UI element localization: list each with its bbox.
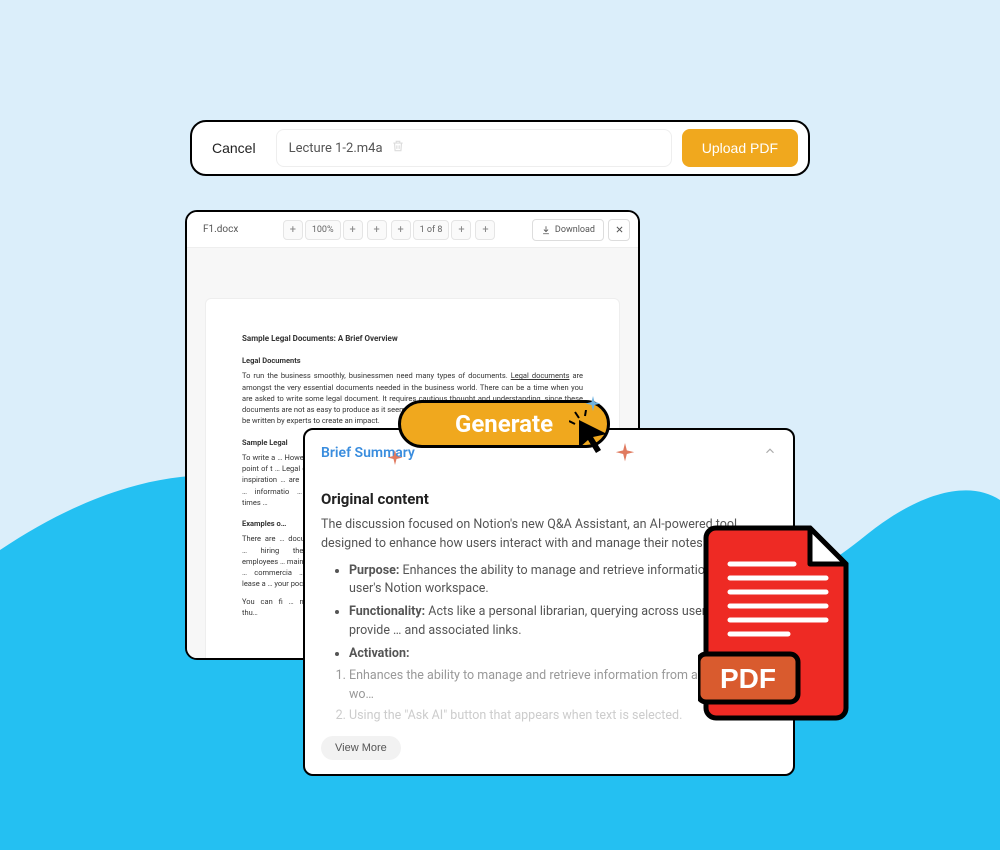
- zoom-in-plus-icon[interactable]: +: [343, 220, 363, 240]
- toolbar-add2-icon[interactable]: +: [475, 220, 495, 240]
- page-nav-group: + 1 of 8 +: [391, 220, 472, 240]
- doc-title: Sample Legal Documents: A Brief Overview: [242, 333, 583, 345]
- download-label: Download: [555, 225, 595, 235]
- generate-label: Generate: [455, 410, 553, 438]
- trash-icon[interactable]: [391, 139, 405, 157]
- doc-heading-1: Legal Documents: [242, 355, 583, 366]
- viewer-toolbar: F1.docx + 100% + + + 1 of 8 + + Download: [187, 212, 638, 248]
- next-page-icon[interactable]: +: [451, 220, 471, 240]
- zoom-out-minus-icon[interactable]: +: [283, 220, 303, 240]
- prev-page-icon[interactable]: +: [391, 220, 411, 240]
- page-info: 1 of 8: [413, 220, 450, 240]
- cursor-icon: [569, 410, 613, 454]
- toolbar-add-icon[interactable]: +: [367, 220, 387, 240]
- view-more-button[interactable]: View More: [321, 736, 401, 760]
- chevron-up-icon[interactable]: [763, 444, 777, 462]
- sparkle-icon: [614, 443, 636, 465]
- file-chip: Lecture 1-2.m4a: [276, 129, 672, 167]
- zoom-level: 100%: [305, 220, 341, 240]
- filename-label: Lecture 1-2.m4a: [289, 141, 383, 156]
- close-button[interactable]: [608, 219, 630, 241]
- viewer-filename: F1.docx: [195, 220, 246, 239]
- upload-pdf-button[interactable]: Upload PDF: [682, 129, 798, 167]
- download-button[interactable]: Download: [532, 219, 604, 241]
- zoom-out-group: + 100% +: [283, 220, 363, 240]
- upload-bar: Cancel Lecture 1-2.m4a Upload PDF: [190, 120, 810, 176]
- pdf-file-icon: PDF: [698, 524, 858, 724]
- sparkle-icon: [386, 450, 404, 468]
- svg-text:PDF: PDF: [720, 663, 776, 694]
- cancel-button[interactable]: Cancel: [202, 134, 266, 162]
- original-content-heading: Original content: [321, 490, 777, 508]
